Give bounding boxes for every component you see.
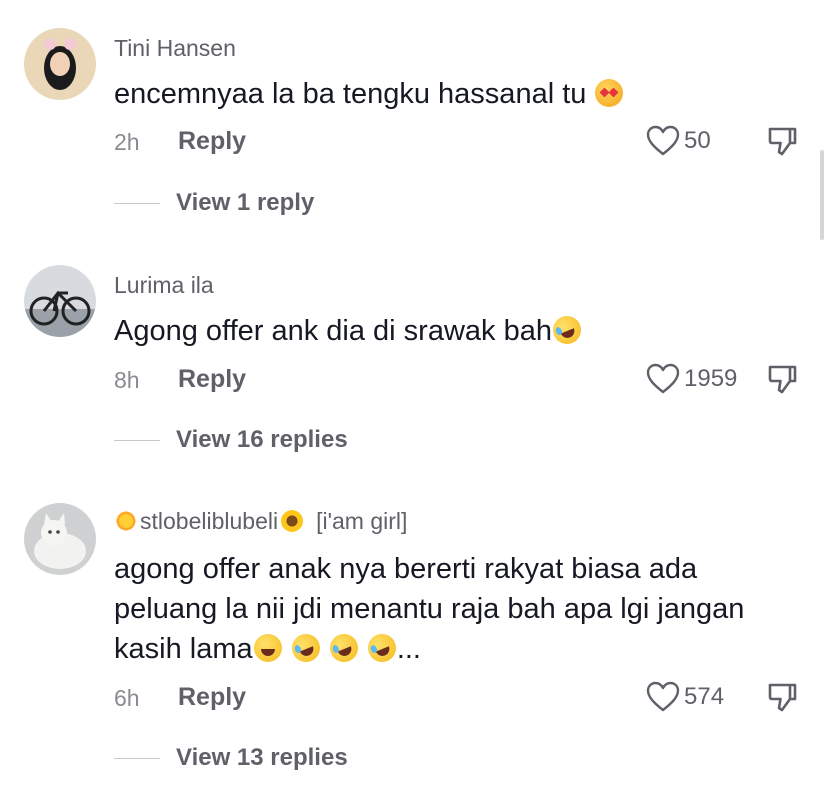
- sunflower-emoji-icon: [281, 510, 304, 532]
- rofl-emoji-icon: [287, 629, 324, 667]
- like-button[interactable]: 50: [646, 125, 711, 157]
- comment-text-content: Agong offer ank dia di srawak bah: [114, 315, 552, 347]
- comment-time: 8h: [114, 367, 140, 393]
- divider: [114, 202, 160, 204]
- comment-text: agong offer anak nya bererti rakyat bias…: [114, 549, 804, 669]
- thumbs-down-icon: [768, 365, 797, 394]
- person-avatar-icon: [24, 28, 96, 100]
- comment-username[interactable]: Lurima ila: [114, 272, 214, 299]
- comment-text-ellipsis: ...: [396, 633, 421, 665]
- divider: [114, 757, 160, 759]
- comment-actions: 6h Reply 574: [114, 681, 804, 720]
- thumbs-down-icon: [768, 127, 797, 156]
- view-replies-button[interactable]: View 16 replies: [114, 425, 348, 455]
- view-replies-button[interactable]: View 1 reply: [114, 188, 314, 218]
- rofl-emoji-icon: [363, 629, 401, 667]
- comment-text: encemnyaa la ba tengku hassanal tu: [114, 74, 804, 114]
- dislike-button[interactable]: [766, 363, 798, 402]
- dislike-button[interactable]: [766, 125, 798, 164]
- username-text: stlobeliblubeli: [140, 508, 279, 534]
- comment-text-content: encemnyaa la ba tengku hassanal tu: [114, 78, 587, 110]
- grinning-squinting-emoji-icon: [253, 634, 282, 662]
- rofl-emoji-icon: [325, 629, 362, 667]
- avatar[interactable]: [24, 503, 96, 575]
- username-tag: [i'am girl]: [316, 508, 408, 534]
- thumbs-down-icon: [768, 683, 797, 712]
- comment-actions: 8h Reply 1959: [114, 363, 804, 402]
- reply-button[interactable]: Reply: [178, 365, 246, 394]
- comment-actions: 2h Reply 50: [114, 125, 804, 164]
- sun-emoji-icon: [114, 509, 138, 533]
- reply-button[interactable]: Reply: [178, 127, 246, 156]
- heart-eyes-cat-emoji-icon: [595, 79, 624, 107]
- avatar[interactable]: [24, 265, 96, 337]
- like-count: 1959: [684, 365, 738, 392]
- view-replies-label: View 13 replies: [176, 744, 348, 771]
- like-button[interactable]: 574: [646, 681, 724, 713]
- heart-icon: [646, 125, 680, 156]
- comment-time: 2h: [114, 129, 140, 155]
- comment-text: Agong offer ank dia di srawak bah: [114, 311, 804, 351]
- like-count: 50: [684, 127, 711, 154]
- rofl-emoji-icon: [548, 311, 586, 349]
- scrollbar[interactable]: [820, 150, 824, 240]
- divider: [114, 439, 160, 441]
- heart-icon: [646, 363, 680, 394]
- comment-time: 6h: [114, 685, 140, 711]
- comment-username[interactable]: Tini Hansen: [114, 35, 236, 62]
- cat-avatar-icon: [24, 503, 96, 575]
- bicycle-avatar-icon: [24, 265, 96, 337]
- like-count: 574: [684, 683, 725, 710]
- like-button[interactable]: 1959: [646, 363, 737, 395]
- dislike-button[interactable]: [766, 681, 798, 720]
- avatar[interactable]: [24, 28, 96, 100]
- reply-button[interactable]: Reply: [178, 683, 246, 712]
- heart-icon: [646, 681, 680, 712]
- comment-username[interactable]: stlobeliblubeli [i'am girl]: [114, 508, 407, 535]
- view-replies-button[interactable]: View 13 replies: [114, 743, 348, 773]
- view-replies-label: View 1 reply: [176, 189, 315, 216]
- comment-text-content: agong offer anak nya bererti rakyat bias…: [114, 553, 745, 665]
- view-replies-label: View 16 replies: [176, 426, 348, 453]
